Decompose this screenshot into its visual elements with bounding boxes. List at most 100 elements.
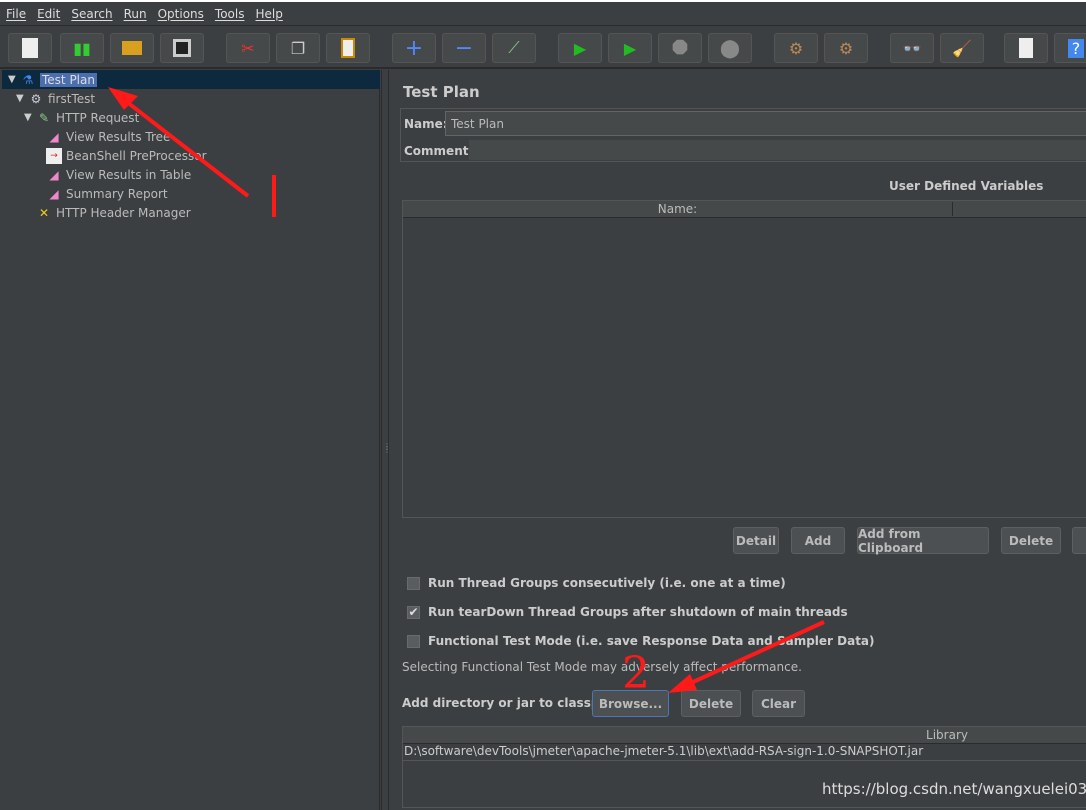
expand-triangle-icon[interactable]: ▼ xyxy=(24,112,36,123)
cut-icon: ✂ xyxy=(241,38,255,58)
up-button[interactable] xyxy=(1072,527,1086,554)
save-icon xyxy=(173,39,191,57)
shutdown-button[interactable]: ⬤ xyxy=(708,33,752,63)
listener-icon: ◢ xyxy=(49,167,59,182)
listener-icon: ◢ xyxy=(49,186,59,201)
open-icon xyxy=(122,41,142,55)
function-helper-button[interactable] xyxy=(1004,33,1048,63)
run-consecutively-checkbox[interactable]: Run Thread Groups consecutively (i.e. on… xyxy=(407,576,786,590)
shutdown-icon: ⬤ xyxy=(719,37,741,59)
stop-icon: ⯃ xyxy=(672,36,688,60)
clear-all-icon: ⚙ xyxy=(838,38,854,58)
stop-button[interactable]: ⯃ xyxy=(658,33,702,63)
reset-search-button[interactable]: 🧹 xyxy=(940,33,984,63)
clear-all-button[interactable]: ⚙ xyxy=(824,33,868,63)
new-button[interactable] xyxy=(8,33,52,63)
start-icon: ▶ xyxy=(573,38,587,58)
toggle-button[interactable]: ⟋ xyxy=(492,33,536,63)
thread-group-icon: ⚙ xyxy=(30,91,42,106)
listener-icon: ◢ xyxy=(49,129,59,144)
menu-help[interactable]: Help xyxy=(255,7,282,21)
copy-icon: ❐ xyxy=(290,38,306,58)
name-label: Name: xyxy=(404,117,448,131)
add-from-clipboard-button[interactable]: Add from Clipboard xyxy=(857,527,989,555)
tree-node-beanshell-preprocessor[interactable]: → BeanShell PreProcessor xyxy=(46,146,207,165)
comments-input[interactable] xyxy=(469,140,1086,160)
clear-classpath-button[interactable]: Clear xyxy=(752,690,805,717)
toolbar: ▮▮ ✂ ❐ + − ⟋ ▶ ▶ ⯃ ⬤ ⚙ ⚙ 👓 🧹 ? xyxy=(0,27,1086,69)
name-input[interactable] xyxy=(445,111,1086,136)
delete-classpath-button[interactable]: Delete xyxy=(681,690,741,717)
help-icon: ? xyxy=(1067,38,1085,58)
annotation-number-2: 2 xyxy=(622,648,650,699)
help-button[interactable]: ? xyxy=(1054,33,1086,63)
sampler-icon: ✎ xyxy=(38,110,50,125)
library-col-header[interactable]: Library xyxy=(403,728,1086,742)
paste-icon xyxy=(341,38,355,58)
tree-node-thread-group[interactable]: ▼ ⚙ firstTest xyxy=(16,89,95,108)
expand-icon: + xyxy=(404,35,424,61)
menu-search[interactable]: Search xyxy=(71,7,112,21)
library-row[interactable]: D:\software\devTools\jmeter\apache-jmete… xyxy=(403,744,1086,761)
menu-bar: File Edit Search Run Options Tools Help xyxy=(0,0,1086,26)
new-icon xyxy=(22,38,38,58)
search-icon: 👓 xyxy=(902,38,922,58)
start-button[interactable]: ▶ xyxy=(558,33,602,63)
templates-icon: ▮▮ xyxy=(73,38,91,58)
tree-node-view-results-tree[interactable]: ◢ View Results Tree xyxy=(46,127,170,146)
add-button[interactable]: Add xyxy=(791,527,845,554)
delete-variable-button[interactable]: Delete xyxy=(1001,527,1061,554)
divider-grip-icon: ⋮ ⋮ xyxy=(383,442,391,454)
start-no-pauses-button[interactable]: ▶ xyxy=(608,33,652,63)
test-plan-icon: ⚗ xyxy=(22,72,34,87)
tree-node-summary-report[interactable]: ◢ Summary Report xyxy=(46,184,167,203)
checkbox-box[interactable] xyxy=(407,576,420,590)
udv-title: User Defined Variables xyxy=(889,179,1044,193)
expand-all-button[interactable]: + xyxy=(392,33,436,63)
test-plan-tree: ▼ ⚗ Test Plan ▼ ⚙ firstTest ▼ ✎ HTTP Request ◢… xyxy=(2,70,380,810)
collapse-all-button[interactable]: − xyxy=(442,33,486,63)
tree-node-http-header-manager[interactable]: ✕ HTTP Header Manager xyxy=(36,203,191,222)
test-plan-panel: Test Plan Name: Comments: User Defined V… xyxy=(391,70,1086,810)
udv-col-name[interactable]: Name: xyxy=(403,202,953,216)
open-button[interactable] xyxy=(110,33,154,63)
tree-node-view-results-in-table[interactable]: ◢ View Results in Table xyxy=(46,165,191,184)
start-no-pauses-icon: ▶ xyxy=(623,38,637,58)
checkbox-box[interactable] xyxy=(407,634,420,648)
paste-button[interactable] xyxy=(326,33,370,63)
watermark: https://blog.csdn.net/wangxuelei036 xyxy=(822,780,1086,798)
reset-search-icon: 🧹 xyxy=(952,38,972,58)
preprocessor-icon: → xyxy=(46,147,62,164)
functional-mode-warning: Selecting Functional Test Mode may adver… xyxy=(402,660,802,674)
run-teardown-checkbox[interactable]: ✔ Run tearDown Thread Groups after shutdo… xyxy=(407,605,848,619)
copy-button[interactable]: ❐ xyxy=(276,33,320,63)
clear-icon: ⚙ xyxy=(788,38,804,58)
split-pane-divider[interactable]: ⋮ ⋮ xyxy=(381,70,391,810)
tree-node-test-plan[interactable]: ▼ ⚗ Test Plan xyxy=(8,70,97,89)
udv-table-header: Name: xyxy=(403,201,1086,218)
page-title: Test Plan xyxy=(403,83,480,101)
config-icon: ✕ xyxy=(38,205,50,220)
expand-triangle-icon[interactable]: ▼ xyxy=(8,74,20,85)
classpath-label: Add directory or jar to classpath xyxy=(402,696,622,710)
tree-node-http-request[interactable]: ▼ ✎ HTTP Request xyxy=(24,108,139,127)
udv-table: Name: xyxy=(402,200,1086,518)
checkmark-icon[interactable]: ✔ xyxy=(407,605,420,619)
cut-button[interactable]: ✂ xyxy=(226,33,270,63)
search-button[interactable]: 👓 xyxy=(890,33,934,63)
templates-button[interactable]: ▮▮ xyxy=(60,33,104,63)
save-button[interactable] xyxy=(160,33,204,63)
expand-triangle-icon[interactable]: ▼ xyxy=(16,93,28,104)
toggle-icon: ⟋ xyxy=(508,38,520,57)
collapse-icon: − xyxy=(454,35,474,61)
function-helper-icon xyxy=(1019,38,1033,58)
library-table-header: Library xyxy=(403,727,1086,744)
detail-button[interactable]: Detail xyxy=(733,527,779,554)
menu-edit[interactable]: Edit xyxy=(37,7,60,21)
menu-run[interactable]: Run xyxy=(124,7,147,21)
clear-button[interactable]: ⚙ xyxy=(774,33,818,63)
menu-tools[interactable]: Tools xyxy=(215,7,245,21)
functional-test-mode-checkbox[interactable]: Functional Test Mode (i.e. save Response… xyxy=(407,634,875,648)
menu-file[interactable]: File xyxy=(6,7,26,21)
menu-options[interactable]: Options xyxy=(158,7,204,21)
